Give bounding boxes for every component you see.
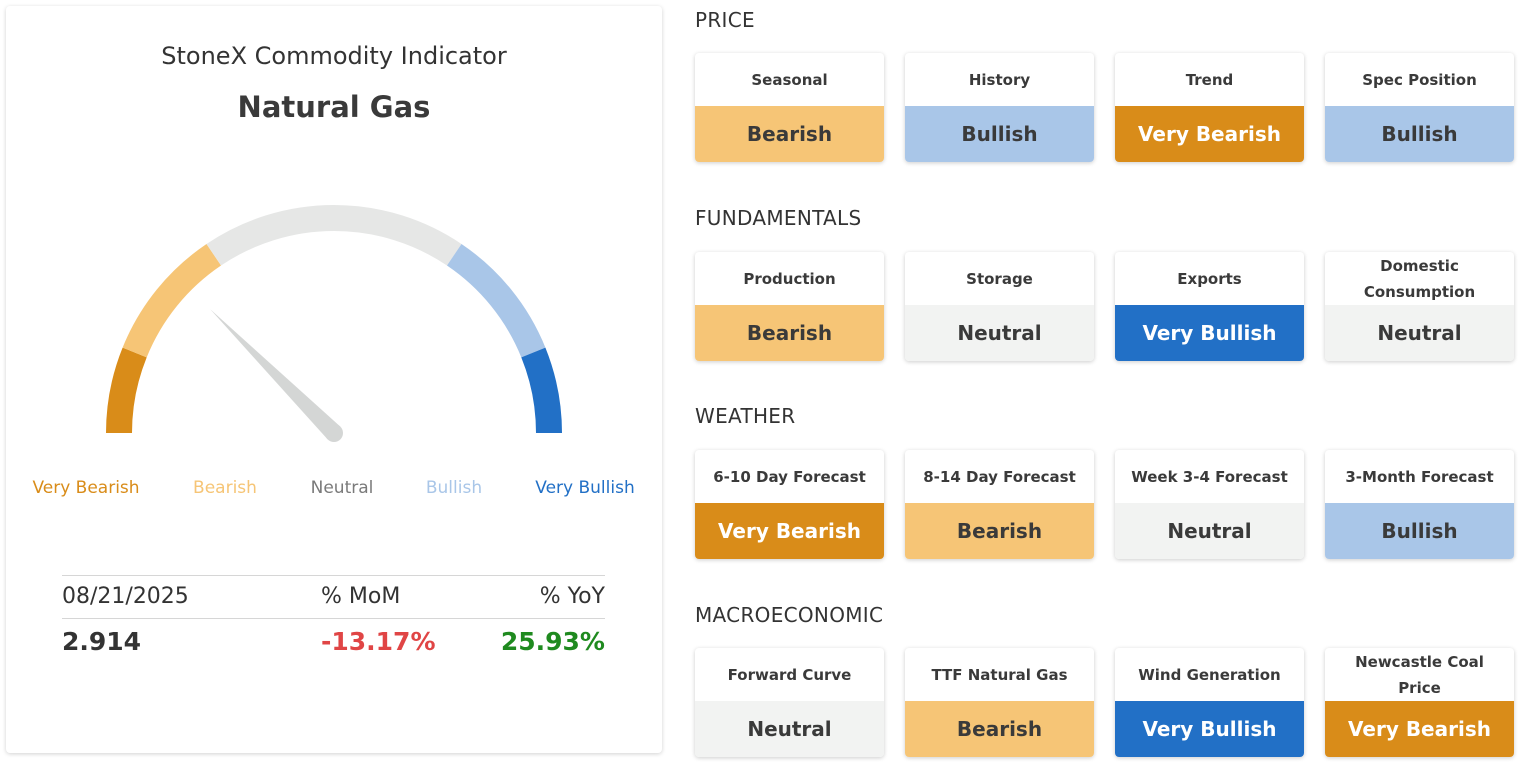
gauge-label-bearish: Bearish xyxy=(193,478,257,498)
tile-label: 8-14 Day Forecast xyxy=(923,467,1076,486)
tile-label: Week 3-4 Forecast xyxy=(1131,467,1288,486)
tile-label: Forward Curve xyxy=(727,665,852,684)
tile-value: Bullish xyxy=(905,106,1094,162)
gauge-labels: Very Bearish Bearish Neutral Bullish Ver… xyxy=(6,478,662,502)
tile-label: 6-10 Day Forecast xyxy=(713,467,866,486)
tile-ttf-natural-gas[interactable]: TTF Natural Gas Bearish xyxy=(905,648,1094,757)
gauge-segment-bullish xyxy=(446,243,546,358)
section-title-fundamentals: FUNDAMENTALS xyxy=(695,206,862,230)
price-stats: 08/21/2025 % MoM % YoY 2.914 -13.17% 25.… xyxy=(62,575,605,663)
stats-value-row: 2.914 -13.17% 25.93% xyxy=(62,619,605,663)
gauge-needle-hub xyxy=(325,424,343,442)
tile-value: Bearish xyxy=(695,106,884,162)
gauge-segment-bearish xyxy=(122,243,222,358)
tile-value: Neutral xyxy=(1325,305,1514,361)
tile-value: Very Bearish xyxy=(1115,106,1304,162)
gauge-label-neutral: Neutral xyxy=(310,478,374,498)
tile-label: TTF Natural Gas xyxy=(931,665,1068,684)
stats-yoy-label: % YoY xyxy=(539,584,605,609)
tile-label: Exports xyxy=(1177,269,1242,288)
tile-8-14-day-forecast[interactable]: 8-14 Day Forecast Bearish xyxy=(905,450,1094,559)
tile-history[interactable]: History Bullish xyxy=(905,53,1094,162)
tile-label: Wind Generation xyxy=(1138,665,1281,684)
tile-label: 3-Month Forecast xyxy=(1345,467,1494,486)
tile-spec-position[interactable]: Spec Position Bullish xyxy=(1325,53,1514,162)
gauge-segment-neutral xyxy=(206,205,462,266)
tile-label: Production xyxy=(743,269,836,288)
tile-3-month-forecast[interactable]: 3-Month Forecast Bullish xyxy=(1325,450,1514,559)
tile-label: Domestic Consumption xyxy=(1363,256,1476,301)
tile-domestic-consumption[interactable]: Domestic Consumption Neutral xyxy=(1325,252,1514,361)
tile-exports[interactable]: Exports Very Bullish xyxy=(1115,252,1304,361)
sentiment-gauge xyxy=(106,205,562,442)
tile-value: Bearish xyxy=(695,305,884,361)
tile-label: Trend xyxy=(1185,70,1234,89)
tile-value: Very Bearish xyxy=(1325,701,1514,757)
tile-seasonal[interactable]: Seasonal Bearish xyxy=(695,53,884,162)
tile-value: Very Bearish xyxy=(695,503,884,559)
tile-label: Newcastle Coal Price xyxy=(1355,652,1484,697)
tile-production[interactable]: Production Bearish xyxy=(695,252,884,361)
stats-yoy-value: 25.93% xyxy=(500,627,605,656)
stats-price: 2.914 xyxy=(62,627,142,656)
tile-label: Storage xyxy=(966,269,1033,288)
gauge-label-very-bullish: Very Bullish xyxy=(535,478,635,498)
tile-storage[interactable]: Storage Neutral xyxy=(905,252,1094,361)
tile-value: Neutral xyxy=(695,701,884,757)
tile-value: Neutral xyxy=(905,305,1094,361)
stats-date: 08/21/2025 xyxy=(62,584,189,609)
tile-value: Very Bullish xyxy=(1115,701,1304,757)
tile-value: Bearish xyxy=(905,701,1094,757)
tile-label: History xyxy=(968,70,1031,89)
gauge-segment-very-bullish xyxy=(521,347,562,434)
tile-value: Bearish xyxy=(905,503,1094,559)
tile-value: Neutral xyxy=(1115,503,1304,559)
stats-mom-label: % MoM xyxy=(321,584,401,609)
tile-value: Bullish xyxy=(1325,503,1514,559)
tile-forward-curve[interactable]: Forward Curve Neutral xyxy=(695,648,884,757)
gauge-needle xyxy=(210,309,341,440)
indicator-card: StoneX Commodity Indicator Natural Gas V… xyxy=(6,6,662,753)
tile-label: Seasonal xyxy=(751,70,828,89)
tile-6-10-day-forecast[interactable]: 6-10 Day Forecast Very Bearish xyxy=(695,450,884,559)
gauge-label-bullish: Bullish xyxy=(425,478,483,498)
tile-label: Spec Position xyxy=(1362,70,1477,89)
tile-newcastle-coal-price[interactable]: Newcastle Coal Price Very Bearish xyxy=(1325,648,1514,757)
gauge-label-very-bearish: Very Bearish xyxy=(32,478,140,498)
tile-week-3-4-forecast[interactable]: Week 3-4 Forecast Neutral xyxy=(1115,450,1304,559)
stats-mom-value: -13.17% xyxy=(321,627,436,656)
section-title-weather: WEATHER xyxy=(695,404,796,428)
tile-trend[interactable]: Trend Very Bearish xyxy=(1115,53,1304,162)
tile-wind-generation[interactable]: Wind Generation Very Bullish xyxy=(1115,648,1304,757)
tile-value: Bullish xyxy=(1325,106,1514,162)
section-title-price: PRICE xyxy=(695,8,755,32)
tile-value: Very Bullish xyxy=(1115,305,1304,361)
stats-header-row: 08/21/2025 % MoM % YoY xyxy=(62,575,605,619)
gauge-segment-very-bearish xyxy=(106,347,147,434)
section-title-macroeconomic: MACROECONOMIC xyxy=(695,603,884,627)
